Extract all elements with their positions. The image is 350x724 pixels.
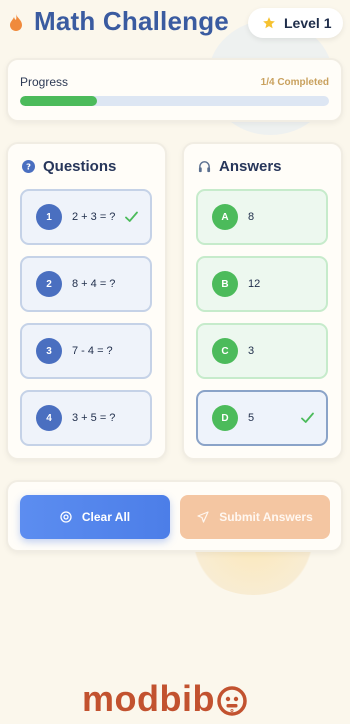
level-label: Level 1 <box>284 15 332 31</box>
progress-count: 1/4 Completed <box>260 77 329 88</box>
headphones-icon <box>198 161 211 173</box>
submit-answers-button[interactable]: Submit Answers <box>180 495 330 539</box>
answer-letter-badge: D <box>212 405 238 431</box>
app-title: Math Challenge <box>34 6 229 36</box>
star-icon <box>263 17 275 29</box>
submit-answers-label: Submit Answers <box>219 510 313 524</box>
question-item-2[interactable]: 2 8 + 4 = ? <box>20 256 152 312</box>
answer-item-c[interactable]: C 3 <box>196 323 328 379</box>
progress-label: Progress <box>20 75 69 89</box>
answer-text: 8 <box>248 211 255 223</box>
svg-text:?: ? <box>26 161 31 171</box>
answers-header: Answers <box>198 158 282 175</box>
question-icon: ? <box>22 160 35 173</box>
question-number-badge: 1 <box>36 204 62 230</box>
answer-item-d[interactable]: D 5 <box>196 390 328 446</box>
question-text: 2 + 3 = ? <box>72 211 116 223</box>
question-number-badge: 3 <box>36 338 62 364</box>
flame-icon <box>10 14 22 31</box>
robot-face-icon: o <box>217 686 247 716</box>
send-icon <box>197 511 209 523</box>
answer-letter-badge: A <box>212 204 238 230</box>
question-number-badge: 2 <box>36 271 62 297</box>
question-text: 7 - 4 = ? <box>72 345 113 357</box>
answers-heading: Answers <box>219 158 282 175</box>
answer-text: 3 <box>248 345 255 357</box>
brand-logo: modbib o <box>82 681 247 717</box>
question-number-badge: 4 <box>36 405 62 431</box>
question-item-1[interactable]: 1 2 + 3 = ? <box>20 189 152 245</box>
action-bar: Clear All Submit Answers <box>6 480 343 552</box>
questions-panel: ? Questions 1 2 + 3 = ? 2 8 + 4 = ? 3 7 … <box>6 142 167 460</box>
app-header: Math Challenge Level 1 <box>0 0 350 50</box>
question-item-3[interactable]: 3 7 - 4 = ? <box>20 323 152 379</box>
check-icon <box>125 211 138 222</box>
clear-all-label: Clear All <box>81 510 131 524</box>
question-text: 8 + 4 = ? <box>72 278 116 290</box>
logo-text: modbib <box>82 678 215 719</box>
check-icon <box>301 412 314 423</box>
answer-text: 12 <box>248 278 261 290</box>
logo-text-tail: o <box>230 708 234 714</box>
answer-item-a[interactable]: A 8 <box>196 189 328 245</box>
reset-icon <box>60 511 72 523</box>
answer-letter-badge: B <box>212 271 238 297</box>
level-badge: Level 1 <box>248 8 343 38</box>
questions-heading: Questions <box>43 158 117 175</box>
clear-all-button[interactable]: Clear All <box>20 495 170 539</box>
answer-letter-badge: C <box>212 338 238 364</box>
question-text: 3 + 5 = ? <box>72 412 116 424</box>
answers-panel: Answers A 8 B 12 C 3 D 5 <box>182 142 343 460</box>
progress-bar <box>20 96 329 106</box>
progress-bar-fill <box>20 96 98 106</box>
answer-text: 5 <box>248 412 255 424</box>
questions-header: ? Questions <box>22 158 116 175</box>
answer-item-b[interactable]: B 12 <box>196 256 328 312</box>
question-item-4[interactable]: 4 3 + 5 = ? <box>20 390 152 446</box>
progress-card: Progress 1/4 Completed <box>6 58 343 122</box>
